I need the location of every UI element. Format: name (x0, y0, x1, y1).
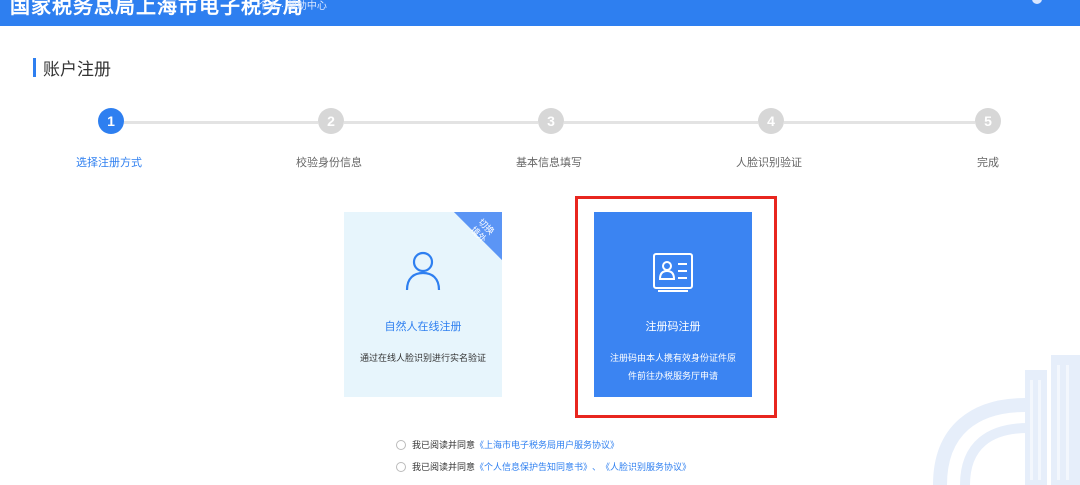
link-separator: 、 (592, 462, 602, 472)
agreement-row-1: 我已阅读并同意 《上海市电子税务局用户服务协议》 (396, 438, 619, 451)
heading-accent-bar (33, 57, 36, 77)
face-recognition-agreement-link[interactable]: 《人脸识别服务协议》 (601, 460, 691, 473)
step-connector (124, 121, 318, 124)
step-4-label: 人脸识别验证 (736, 157, 802, 169)
top-header: 国家税务总局上海市电子税务局 个人 · 帮助中心 (0, 0, 1080, 26)
page-title: 账户注册 (43, 59, 111, 79)
step-connector (564, 121, 758, 124)
selection-highlight-box (575, 196, 777, 418)
natural-card-title: 自然人在线注册 (384, 321, 462, 333)
natural-card-desc: 通过在线人脸识别进行实名验证 (359, 353, 486, 363)
agreement-2-prefix: 我已阅读并同意 (412, 462, 476, 472)
header-subtitle[interactable]: 个人 · 帮助中心 (258, 0, 327, 12)
registration-steps: 1 2 3 4 5 选择注册方式 校验身份信息 基本信息填写 人脸识别验证 完成 (0, 108, 1080, 178)
person-icon (405, 251, 441, 291)
step-connector (344, 121, 538, 124)
building-watermark-icon (933, 355, 1080, 485)
agreement-2-radio[interactable] (396, 461, 406, 472)
step-connector (784, 121, 975, 124)
step-5-circle: 5 (975, 108, 1001, 134)
agreement-row-2: 我已阅读并同意 《个人信息保护告知同意书》 、 《人脸识别服务协议》 (396, 460, 691, 473)
step-1-circle: 1 (98, 108, 124, 134)
step-5-label: 完成 (977, 157, 999, 169)
step-1-label: 选择注册方式 (76, 157, 142, 169)
section-heading: 账户注册 (33, 56, 111, 79)
user-service-agreement-link[interactable]: 《上海市电子税务局用户服务协议》 (475, 438, 619, 451)
step-2-circle: 2 (318, 108, 344, 134)
step-3-circle: 3 (538, 108, 564, 134)
step-4-circle: 4 (758, 108, 784, 134)
agreement-1-radio[interactable] (396, 439, 406, 450)
natural-person-register-card[interactable]: 切换 境外 自然人在线注册 通过在线人脸识别进行实名验证 (344, 212, 502, 397)
privacy-consent-link[interactable]: 《个人信息保护告知同意书》 (475, 460, 592, 473)
user-icon[interactable] (1032, 0, 1042, 4)
agreement-1-prefix: 我已阅读并同意 (412, 440, 476, 450)
step-2-label: 校验身份信息 (296, 157, 362, 169)
step-3-label: 基本信息填写 (516, 157, 582, 169)
